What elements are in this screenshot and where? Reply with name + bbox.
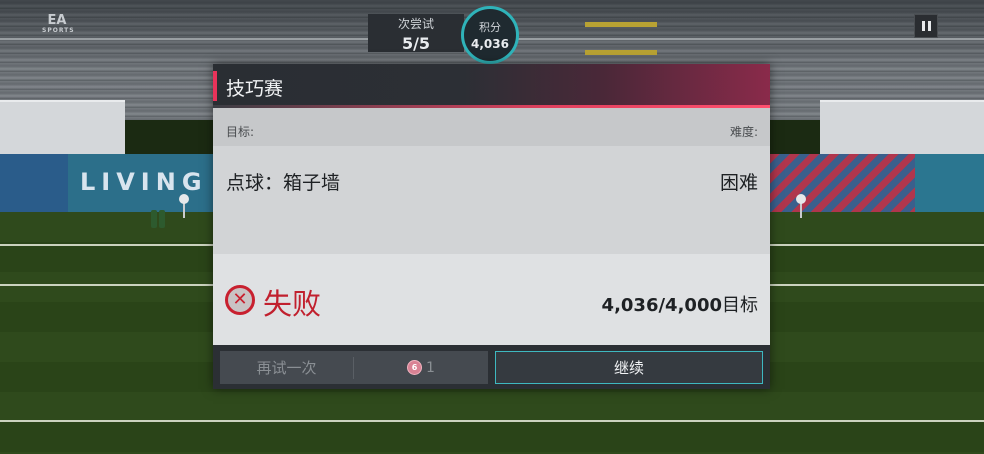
camera-head: [796, 194, 806, 204]
score-badge: 积分 4,036: [461, 6, 519, 64]
score-achieved: 4,036/4,000: [601, 295, 722, 316]
tarp-left: [0, 100, 125, 158]
ea-logo-text: EA: [47, 13, 67, 28]
retry-cost-value: 1: [426, 359, 435, 376]
dialog-header: 技巧赛: [213, 64, 770, 108]
continue-button[interactable]: 继续: [495, 351, 763, 384]
attempts-label: 次尝试: [397, 17, 434, 31]
skill-game-result-dialog: 技巧赛 目标: 难度: 点球：箱子墙 困难 ✕ 失败 4,036/4,000目标…: [213, 64, 770, 389]
attempts-value: 5/5: [401, 34, 431, 53]
score-suffix: 目标: [722, 295, 758, 316]
retry-token-icon: 6: [407, 360, 423, 375]
pause-icon: [927, 21, 931, 31]
attempts-counter: 次尝试 5/5: [368, 14, 464, 53]
water-bottle: [159, 210, 165, 228]
objective-label: 目标:: [226, 125, 255, 139]
camera-head: [179, 194, 189, 204]
score-value: 4,036: [471, 37, 509, 51]
water-bottle: [151, 210, 157, 228]
game-scene: LIVING EA SPORTS 次尝试 5/5 积分 4,036 技巧赛 目标…: [0, 0, 984, 454]
score-progress-bar: [585, 50, 657, 55]
dialog-title: 技巧赛: [226, 78, 284, 100]
pause-button[interactable]: [914, 14, 938, 38]
header-accent-bar: [213, 71, 217, 101]
retry-cost: 6 1: [354, 360, 488, 376]
result-text: 失败: [263, 287, 322, 321]
ad-board-striped: [770, 154, 915, 212]
info-labels-row: 目标: 难度:: [213, 108, 770, 146]
ad-board-text: LIVING: [80, 168, 208, 196]
score-result: 4,036/4,000目标: [602, 291, 758, 317]
dialog-buttons: 再试一次 6 1 继续: [213, 345, 770, 389]
result-panel: ✕ 失败 4,036/4,000目标: [213, 254, 770, 345]
score-label: 积分: [479, 21, 501, 34]
ea-logo: EA SPORTS: [42, 13, 75, 34]
tarp-right: [820, 100, 984, 158]
difficulty-label: 难度:: [729, 125, 758, 139]
ea-logo-subtext: SPORTS: [42, 27, 75, 34]
objective-value: 点球：箱子墙: [226, 172, 341, 194]
difficulty-value: 困难: [719, 172, 758, 194]
ad-board-left: [0, 154, 68, 212]
info-body: 点球：箱子墙 困难: [213, 146, 770, 254]
ad-board-right: [915, 154, 984, 212]
retry-button[interactable]: 再试一次 6 1: [220, 351, 488, 384]
fail-x-icon: ✕: [225, 285, 255, 315]
pause-icon: [921, 21, 925, 31]
score-progress-bar: [585, 22, 657, 27]
retry-label: 再试一次: [256, 359, 317, 377]
pitch-line: [0, 420, 984, 422]
